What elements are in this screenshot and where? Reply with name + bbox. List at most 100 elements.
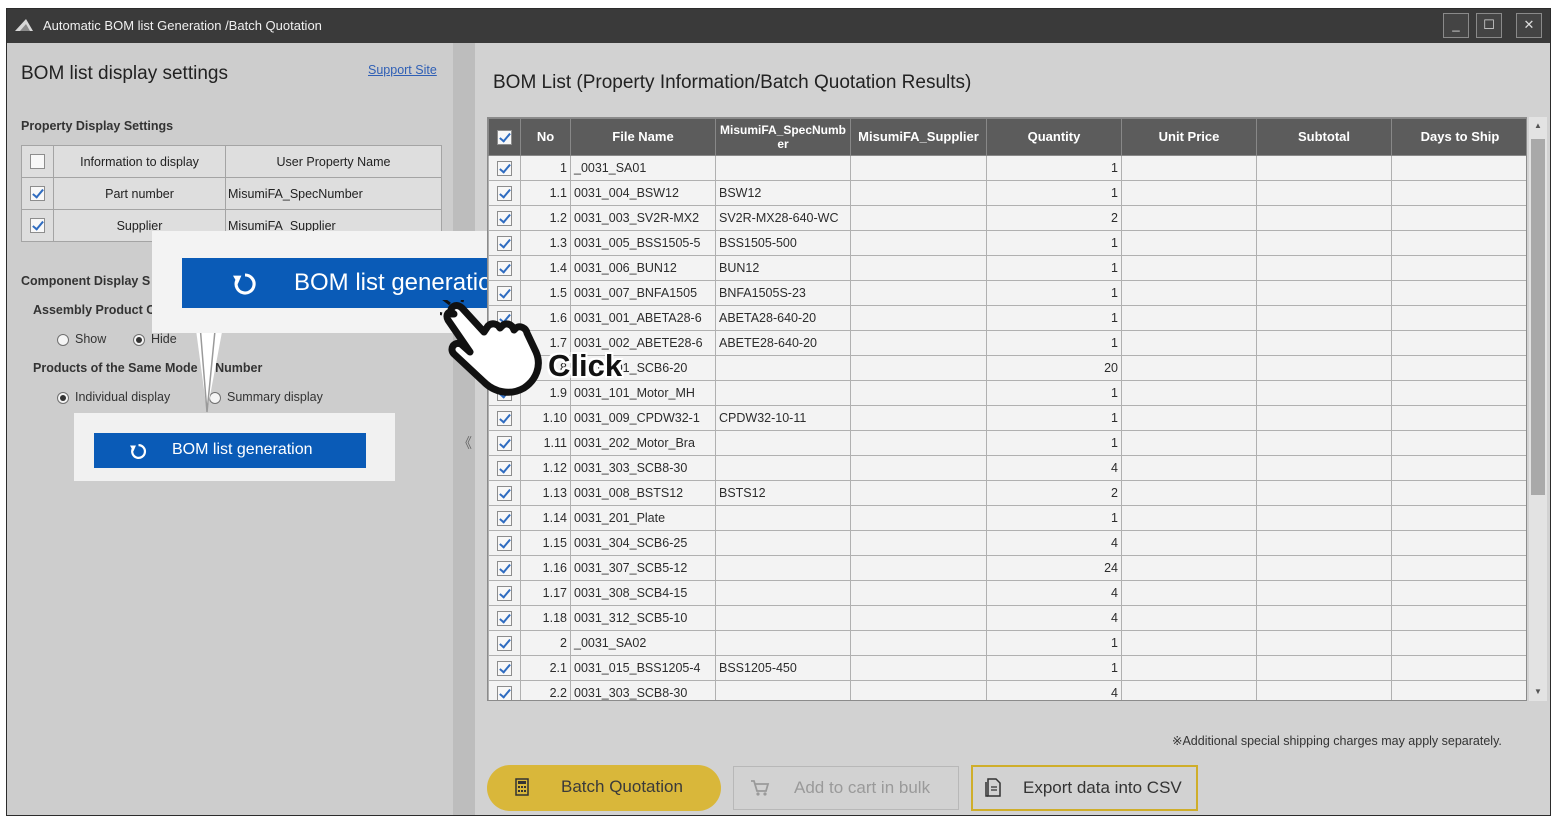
row-supplier (850, 430, 987, 456)
row-file-name: 0031_201_Plate (570, 505, 716, 531)
row-quantity: 1 (986, 180, 1122, 206)
row-checkbox-icon[interactable] (497, 285, 512, 301)
row-quantity: 1 (986, 430, 1122, 456)
row-no: 2.2 (520, 680, 571, 700)
row-checkbox-icon[interactable] (497, 460, 512, 476)
row-spec-number: BUN12 (715, 255, 851, 281)
row-spec-number (715, 555, 851, 581)
row-checkbox-icon[interactable] (497, 435, 512, 451)
row-checkbox-icon[interactable] (497, 260, 512, 276)
row-quantity: 4 (986, 530, 1122, 556)
row-days-to-ship (1391, 655, 1526, 681)
row-checkbox-icon[interactable] (497, 510, 512, 526)
export-csv-button[interactable]: Export data into CSV (971, 765, 1198, 811)
maximize-button[interactable]: ☐ (1476, 13, 1502, 38)
table-row[interactable]: 1.14 0031_201_Plate 1 (488, 505, 1526, 531)
row-checkbox-icon[interactable] (497, 685, 512, 700)
row-checkbox-icon[interactable] (497, 485, 512, 501)
select-all-checkbox[interactable] (497, 129, 512, 145)
table-scrollbar[interactable]: ▲ ▼ (1529, 117, 1547, 701)
minimize-button[interactable]: _ (1443, 13, 1469, 38)
table-row[interactable]: 2.2 0031_303_SCB8-30 4 (488, 680, 1526, 700)
bom-generation-button[interactable]: BOM list generation (94, 433, 366, 468)
table-row[interactable]: 1.16 0031_307_SCB5-12 24 (488, 555, 1526, 581)
row-quantity: 1 (986, 330, 1122, 356)
row-checkbox (488, 655, 521, 681)
row-file-name: 0031_009_CPDW32-1 (570, 405, 716, 431)
title-bar: Automatic BOM list Generation /Batch Quo… (7, 9, 1550, 43)
table-row[interactable]: 1.6 0031_001_ABETA28-6 ABETA28-640-20 1 (488, 305, 1526, 331)
table-row[interactable]: 1.17 0031_308_SCB4-15 4 (488, 580, 1526, 606)
panel-splitter[interactable]: 《 (453, 43, 475, 815)
row-days-to-ship (1391, 505, 1526, 531)
row-checkbox-icon[interactable] (497, 560, 512, 576)
part-number-property: MisumiFA_SpecNumber (225, 177, 442, 210)
table-row[interactable]: 1.3 0031_005_BSS1505-5 BSS1505-500 1 (488, 230, 1526, 256)
table-row[interactable]: 2.1 0031_015_BSS1205-4 BSS1205-450 1 (488, 655, 1526, 681)
table-row[interactable]: 1.5 0031_007_BNFA1505 BNFA1505S-23 1 (488, 280, 1526, 306)
row-subtotal (1256, 580, 1392, 606)
scroll-up-icon[interactable]: ▲ (1529, 117, 1547, 135)
radio-icon (57, 333, 69, 346)
row-no: 1.2 (520, 205, 571, 231)
row-subtotal (1256, 630, 1392, 656)
show-radio[interactable]: Show (57, 332, 106, 346)
supplier-checkbox[interactable] (30, 218, 45, 234)
row-checkbox-icon[interactable] (497, 160, 512, 176)
row-checkbox-icon[interactable] (497, 210, 512, 226)
collapse-arrow-icon[interactable]: 《 (458, 433, 472, 453)
row-supplier (850, 180, 987, 206)
row-days-to-ship (1391, 355, 1526, 381)
hide-radio[interactable]: Hide (133, 332, 177, 346)
table-row[interactable]: 1.1 0031_004_BSW12 BSW12 1 (488, 180, 1526, 206)
support-site-link[interactable]: Support Site (368, 63, 437, 77)
table-row[interactable]: 2 _0031_SA02 1 (488, 630, 1526, 656)
col-quantity: Quantity (986, 118, 1122, 156)
scrollbar-thumb[interactable] (1531, 139, 1545, 495)
row-checkbox (488, 580, 521, 606)
row-supplier (850, 205, 987, 231)
add-to-cart-button[interactable]: Add to cart in bulk (733, 766, 959, 810)
table-row[interactable]: 1.7 0031_002_ABETE28-6 ABETE28-640-20 1 (488, 330, 1526, 356)
row-days-to-ship (1391, 555, 1526, 581)
part-number-checkbox[interactable] (30, 186, 45, 202)
table-row[interactable]: 1 _0031_SA01 1 (488, 155, 1526, 181)
table-row[interactable]: 1.18 0031_312_SCB5-10 4 (488, 605, 1526, 631)
row-checkbox-icon[interactable] (497, 410, 512, 426)
row-checkbox-icon[interactable] (497, 535, 512, 551)
row-checkbox-icon[interactable] (497, 185, 512, 201)
table-row[interactable]: 1.9 0031_101_Motor_MH 1 (488, 380, 1526, 406)
table-row[interactable]: 1.10 0031_009_CPDW32-1 CPDW32-10-11 1 (488, 405, 1526, 431)
row-checkbox-icon[interactable] (497, 585, 512, 601)
table-row[interactable]: 1.15 0031_304_SCB6-25 4 (488, 530, 1526, 556)
row-checkbox-icon[interactable] (497, 660, 512, 676)
row-unit-price (1121, 155, 1257, 181)
scroll-down-icon[interactable]: ▼ (1529, 683, 1547, 701)
row-quantity: 1 (986, 255, 1122, 281)
row-no: 2 (520, 630, 571, 656)
table-row[interactable]: 1.8 0031_301_SCB6-20 20 (488, 355, 1526, 381)
individual-display-radio[interactable]: Individual display (57, 390, 170, 404)
batch-quotation-button[interactable]: Batch Quotation (487, 765, 721, 811)
table-row[interactable]: 1.12 0031_303_SCB8-30 4 (488, 455, 1526, 481)
row-unit-price (1121, 305, 1257, 331)
row-unit-price (1121, 455, 1257, 481)
row-subtotal (1256, 455, 1392, 481)
table-row[interactable]: 1.2 0031_003_SV2R-MX2 SV2R-MX28-640-WC 2 (488, 205, 1526, 231)
row-checkbox-icon[interactable] (497, 635, 512, 651)
row-no: 1.13 (520, 480, 571, 506)
row-spec-number (715, 505, 851, 531)
row-no: 1.10 (520, 405, 571, 431)
row-quantity: 1 (986, 305, 1122, 331)
select-all-property-checkbox[interactable] (30, 154, 45, 170)
close-button[interactable]: ✕ (1516, 13, 1542, 38)
row-checkbox (488, 680, 521, 700)
row-checkbox-icon[interactable] (497, 610, 512, 626)
table-row[interactable]: 1.13 0031_008_BSTS12 BSTS12 2 (488, 480, 1526, 506)
table-row[interactable]: 1.11 0031_202_Motor_Bra 1 (488, 430, 1526, 456)
table-row[interactable]: 1.4 0031_006_BUN12 BUN12 1 (488, 255, 1526, 281)
shipping-note: ※Additional special shipping charges may… (1172, 734, 1502, 748)
row-days-to-ship (1391, 605, 1526, 631)
row-checkbox-icon[interactable] (497, 235, 512, 251)
row-supplier (850, 680, 987, 700)
